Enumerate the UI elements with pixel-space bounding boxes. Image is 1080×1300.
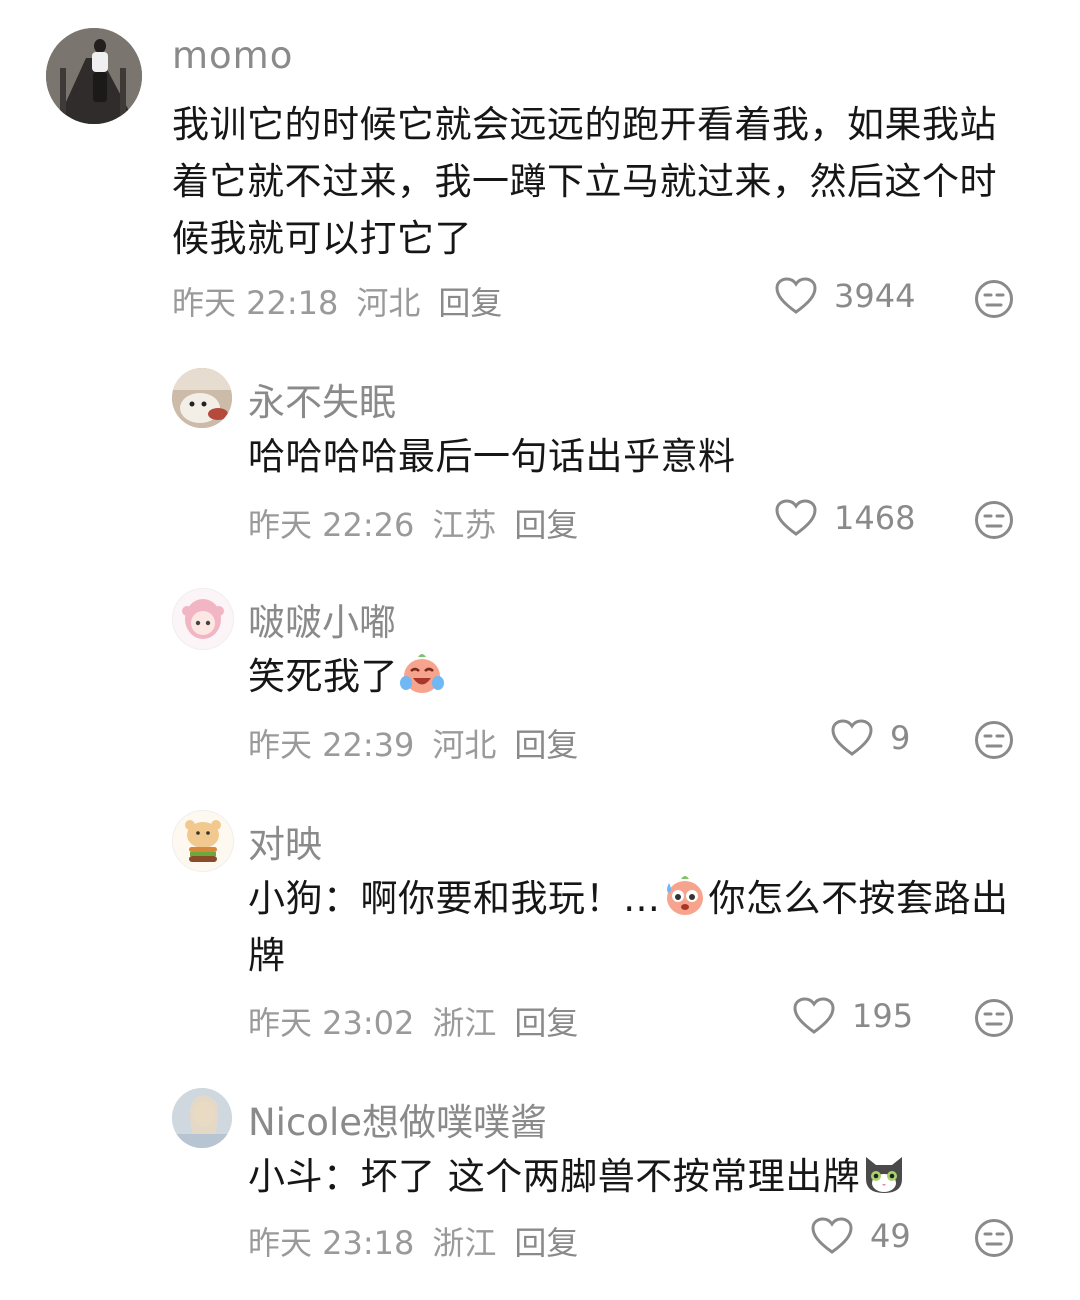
like-count: 49 bbox=[870, 1217, 911, 1255]
comment-text: 我训它的时候它就会远远的跑开看着我，如果我站着它就不过来，我一蹲下立马就过来，然… bbox=[172, 103, 997, 260]
like-button[interactable]: 49 bbox=[810, 1216, 911, 1256]
avatar[interactable] bbox=[46, 28, 142, 124]
comment-date: 昨天 22:39 bbox=[248, 726, 415, 764]
username[interactable]: Nicole想做噗噗酱 bbox=[248, 1092, 547, 1146]
avatar-bear-burger-icon bbox=[173, 811, 233, 871]
comment-date: 昨天 23:18 bbox=[248, 1224, 415, 1262]
avatar[interactable] bbox=[172, 368, 232, 428]
avatar[interactable] bbox=[172, 588, 234, 650]
comment-meta: 昨天 22:18 河北 回复 bbox=[172, 278, 520, 324]
comment-text-part: 小狗：啊你要和我玩！… bbox=[248, 877, 661, 920]
comment-location: 江苏 bbox=[432, 506, 497, 544]
username[interactable]: 永不失眠 bbox=[248, 372, 396, 426]
comment-date: 昨天 23:02 bbox=[248, 1004, 415, 1042]
comment-meta: 昨天 23:18 浙江 回复 bbox=[248, 1218, 596, 1264]
meh-face-icon[interactable] bbox=[974, 279, 1014, 319]
comment-text: 哈哈哈哈最后一句话出乎意料 bbox=[248, 435, 736, 478]
like-count: 3944 bbox=[834, 277, 916, 315]
comment-date: 昨天 22:26 bbox=[248, 506, 415, 544]
like-button[interactable]: 3944 bbox=[774, 276, 915, 316]
comment-text-main: 小斗：坏了 这个两脚兽不按常理出牌 bbox=[248, 1155, 861, 1198]
comment-text: 笑死我了 bbox=[248, 648, 1008, 705]
heart-outline-icon bbox=[775, 277, 817, 314]
heart-outline-icon bbox=[793, 997, 835, 1034]
reply-item: Nicole想做噗噗酱 小斗：坏了 这个两脚兽不按常理出牌 昨天 23:18 浙… bbox=[0, 1060, 1080, 1300]
like-count: 195 bbox=[852, 997, 914, 1035]
reply-button[interactable]: 回复 bbox=[514, 1218, 578, 1264]
comment-meta: 昨天 23:02 浙江 回复 bbox=[248, 998, 596, 1044]
reply-button[interactable]: 回复 bbox=[514, 720, 578, 766]
comment-location: 浙江 bbox=[432, 1224, 497, 1262]
avatar-anime-girl-icon bbox=[173, 589, 233, 649]
comment-meta: 昨天 22:26 江苏 回复 bbox=[248, 500, 596, 546]
username[interactable]: 啵啵小嘟 bbox=[248, 592, 396, 646]
comment-location: 河北 bbox=[356, 284, 421, 322]
reply-item: 啵啵小嘟 笑死我了 昨天 22:39 河北 回复 9 bbox=[0, 560, 1080, 780]
like-button[interactable]: 1468 bbox=[774, 498, 915, 538]
comment-text: 小斗：坏了 这个两脚兽不按常理出牌 bbox=[248, 1148, 1018, 1205]
avatar[interactable] bbox=[172, 810, 234, 872]
reply-button[interactable]: 回复 bbox=[438, 278, 502, 324]
comment-text: 小狗：啊你要和我玩！… 你怎么不按套路出牌 bbox=[248, 870, 1018, 984]
meh-face-icon[interactable] bbox=[974, 1218, 1014, 1258]
like-count: 1468 bbox=[834, 499, 916, 537]
username[interactable]: momo bbox=[172, 34, 293, 77]
heart-outline-icon bbox=[831, 719, 873, 756]
avatar[interactable] bbox=[172, 1088, 232, 1148]
like-button[interactable]: 195 bbox=[792, 996, 913, 1036]
sweat-emoji bbox=[666, 876, 703, 915]
meh-face-icon[interactable] bbox=[974, 998, 1014, 1038]
meh-face-icon[interactable] bbox=[974, 720, 1014, 760]
comment-location: 河北 bbox=[432, 726, 497, 764]
reply-item: 永不失眠 哈哈哈哈最后一句话出乎意料 昨天 22:26 江苏 回复 1468 bbox=[0, 340, 1080, 560]
reply-button[interactable]: 回复 bbox=[514, 998, 578, 1044]
username[interactable]: 对映 bbox=[248, 814, 322, 868]
reply-item: 对映 小狗：啊你要和我玩！… 你怎么不按套路出牌 昨天 23:02 浙江 回复 … bbox=[0, 780, 1080, 1060]
comment-meta: 昨天 22:39 河北 回复 bbox=[248, 720, 596, 766]
avatar-portrait-icon bbox=[172, 1088, 232, 1148]
meh-face-icon[interactable] bbox=[974, 500, 1014, 540]
reply-button[interactable]: 回复 bbox=[514, 500, 578, 546]
like-button[interactable]: 9 bbox=[830, 718, 910, 758]
comment-location: 浙江 bbox=[432, 1004, 497, 1042]
comment-item: momo 我训它的时候它就会远远的跑开看着我，如果我站着它就不过来，我一蹲下立马… bbox=[0, 0, 1080, 340]
heart-outline-icon bbox=[811, 1217, 853, 1254]
comment-date: 昨天 22:18 bbox=[172, 284, 339, 322]
avatar-dog-icon bbox=[172, 368, 232, 428]
laugh-cry-emoji bbox=[400, 654, 444, 693]
avatar-photo-icon bbox=[46, 28, 142, 124]
like-count: 9 bbox=[890, 719, 911, 757]
heart-outline-icon bbox=[775, 499, 817, 536]
comment-text-main: 笑死我了 bbox=[248, 655, 398, 698]
cat-emoji bbox=[866, 1157, 903, 1193]
